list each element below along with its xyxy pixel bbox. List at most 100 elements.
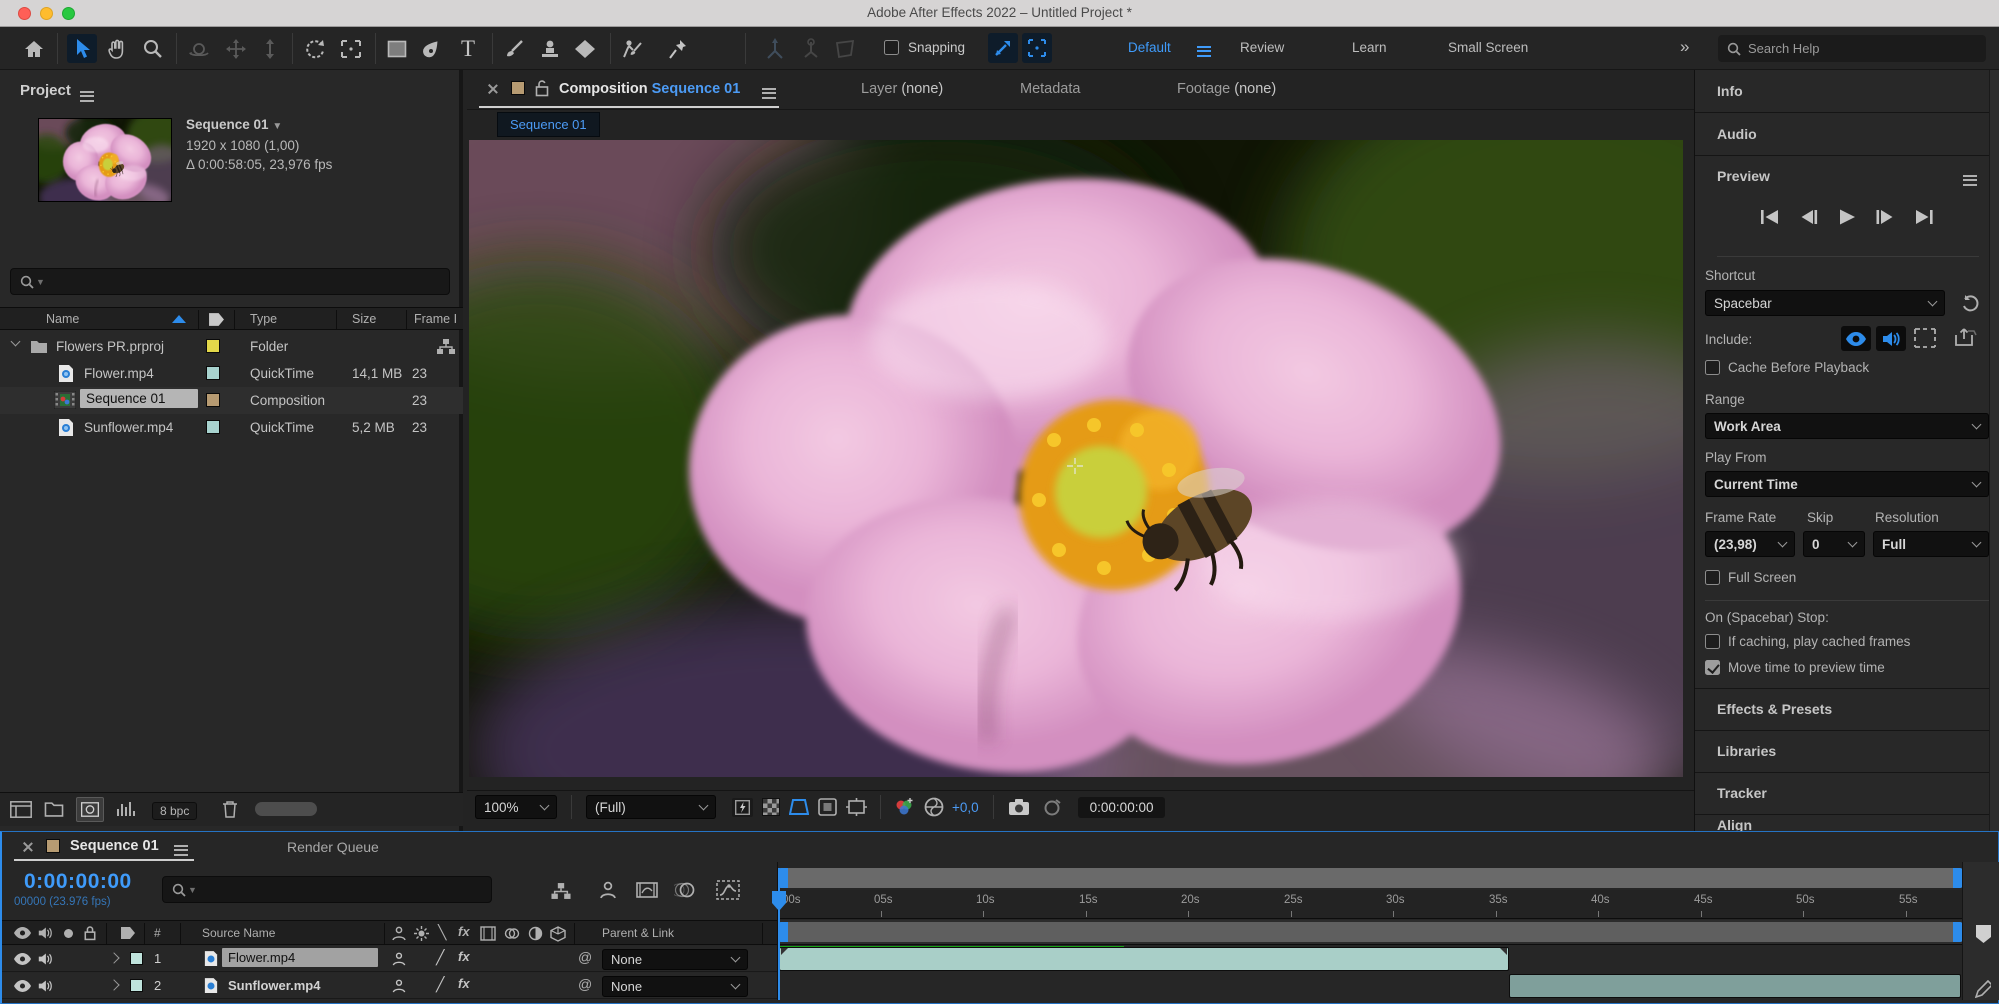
tab-footage[interactable]: Footage (none) xyxy=(1177,81,1276,97)
frame-blending-icon[interactable] xyxy=(636,880,658,900)
layer-name[interactable]: Sunflower.mp4 xyxy=(228,978,320,993)
solo-column-icon[interactable] xyxy=(64,929,73,938)
search-help-box[interactable]: Search Help xyxy=(1718,35,1986,62)
layer-label-chip[interactable] xyxy=(130,952,143,965)
resolution-dropdown[interactable]: (Full) xyxy=(586,795,716,819)
full-screen-checkbox[interactable] xyxy=(1705,570,1720,585)
panel-effects-presets[interactable]: Effects & Presets xyxy=(1695,689,1999,731)
project-search-input[interactable]: ▼ xyxy=(10,268,450,295)
work-area-bar[interactable] xyxy=(778,922,1963,942)
preview-menu-icon[interactable] xyxy=(1963,172,1977,188)
interpret-footage-icon[interactable] xyxy=(10,801,32,818)
dolly-camera-icon[interactable] xyxy=(255,34,285,63)
comp-marker-icon[interactable] xyxy=(1975,924,1992,944)
column-frame[interactable]: Frame I xyxy=(414,312,457,326)
move-time-option[interactable]: Move time to preview time xyxy=(1705,660,1885,675)
range-dropdown[interactable]: Work Area xyxy=(1705,413,1989,439)
project-bit-depth[interactable]: 8 bpc xyxy=(152,802,197,820)
workspace-default[interactable]: Default xyxy=(1128,40,1171,55)
eye-icon[interactable] xyxy=(14,927,31,939)
lock-icon[interactable] xyxy=(535,79,549,97)
current-timecode[interactable]: 0:00:00:00 xyxy=(24,870,132,894)
rotobrush-tool-icon[interactable] xyxy=(617,34,647,63)
time-navigator[interactable] xyxy=(778,868,1963,888)
clip-flower[interactable] xyxy=(779,947,1509,971)
tab-metadata[interactable]: Metadata xyxy=(1020,81,1080,97)
share-icon[interactable] xyxy=(1955,327,1977,347)
snapshot-camera-icon[interactable] xyxy=(1008,798,1030,816)
project-horizontal-scrollbar[interactable] xyxy=(255,802,317,816)
preview-title[interactable]: Preview xyxy=(1717,168,1770,184)
twirl-closed-icon[interactable] xyxy=(108,979,119,990)
trash-icon[interactable] xyxy=(222,800,238,819)
guides-icon[interactable] xyxy=(818,798,837,816)
mask-visibility-icon[interactable] xyxy=(789,798,809,816)
workspace-overflow-button[interactable]: » xyxy=(1680,37,1689,57)
hand-tool-icon[interactable] xyxy=(102,34,132,63)
selection-tool-icon[interactable] xyxy=(67,34,97,63)
exposure-value[interactable]: +0,0 xyxy=(952,800,979,815)
item-name[interactable]: Flowers PR.prproj xyxy=(56,339,164,354)
skip-dropdown[interactable]: 0 xyxy=(1803,531,1865,557)
roi-icon[interactable] xyxy=(336,34,366,63)
label-column-icon[interactable] xyxy=(208,311,225,328)
column-type[interactable]: Type xyxy=(250,312,277,326)
first-frame-icon[interactable] xyxy=(1759,208,1781,226)
column-size[interactable]: Size xyxy=(352,312,376,326)
previous-frame-icon[interactable] xyxy=(1798,208,1820,226)
exposure-icon[interactable] xyxy=(924,797,944,817)
parent-dropdown[interactable]: None xyxy=(602,949,748,970)
fx-switch-icon[interactable]: fx xyxy=(458,924,470,939)
transfer-switch-icon[interactable] xyxy=(504,926,520,941)
timeline-search-input[interactable]: ▼ xyxy=(162,876,492,903)
label-chip-teal[interactable] xyxy=(206,366,220,380)
sidebar-scrollbar[interactable] xyxy=(1989,70,1999,831)
collapse-switch-icon[interactable] xyxy=(414,926,429,941)
eye-icon[interactable] xyxy=(14,980,31,992)
play-cached-frames-checkbox[interactable] xyxy=(1705,634,1720,649)
layer-row-2[interactable]: 2 Sunflower.mp4 ╱ fx @ None xyxy=(2,973,777,999)
tab-layer[interactable]: Layer (none) xyxy=(861,81,943,97)
panel-align[interactable]: Align xyxy=(1695,815,1999,831)
workspace-review[interactable]: Review xyxy=(1240,40,1284,55)
play-icon[interactable] xyxy=(1837,208,1857,226)
pickwhip-icon[interactable]: @ xyxy=(578,976,592,992)
source-name-column[interactable]: Source Name xyxy=(202,926,275,940)
frame-rate-dropdown[interactable]: (23,98) xyxy=(1705,531,1795,557)
project-row-folder[interactable]: Flowers PR.prproj Folder xyxy=(0,333,463,360)
adjustment-switch-icon[interactable] xyxy=(528,926,543,941)
audio-column-icon[interactable] xyxy=(38,926,53,940)
mini-flowchart-icon[interactable] xyxy=(550,882,572,900)
twirl-open-icon[interactable] xyxy=(11,337,21,347)
stamp-tool-icon[interactable] xyxy=(535,34,565,63)
workspace-menu-icon[interactable] xyxy=(1197,43,1211,59)
zoom-tool-icon[interactable] xyxy=(138,34,168,63)
label-column-icon[interactable] xyxy=(120,925,136,941)
type-tool-icon[interactable]: T xyxy=(453,34,483,63)
render-order-icon[interactable] xyxy=(1975,980,1991,998)
rectangle-tool-icon[interactable] xyxy=(382,34,412,63)
workspace-small-screen[interactable]: Small Screen xyxy=(1448,40,1528,55)
quality-toggle-icon[interactable]: ╱ xyxy=(436,949,444,966)
play-from-dropdown[interactable]: Current Time xyxy=(1705,471,1989,497)
time-ruler[interactable]: 00s 05s 10s 15s 20s 25s 30s 35s 40s 45s … xyxy=(778,890,1963,919)
home-icon[interactable] xyxy=(19,34,49,63)
project-panel-menu-icon[interactable] xyxy=(80,88,94,104)
shy-toggle-icon[interactable] xyxy=(392,952,406,967)
label-chip-tan[interactable] xyxy=(206,393,220,407)
reset-icon[interactable] xyxy=(1961,294,1980,313)
play-cached-frames-option[interactable]: If caching, play cached frames xyxy=(1705,634,1910,649)
new-composition-icon[interactable] xyxy=(76,797,104,822)
column-name[interactable]: Name xyxy=(46,312,79,326)
project-row-sunflower[interactable]: Sunflower.mp4 QuickTime 5,2 MB 23 xyxy=(0,414,463,441)
label-chip-yellow[interactable] xyxy=(206,339,220,353)
project-row-sequence[interactable]: Sequence 01 Composition 23 xyxy=(0,387,463,414)
motion-blur-switch-icon[interactable] xyxy=(480,926,496,941)
resolution-preview-dropdown[interactable]: Full xyxy=(1873,531,1989,557)
viewer-subtab-sequence[interactable]: Sequence 01 xyxy=(497,112,600,137)
speaker-icon[interactable] xyxy=(38,952,53,966)
shy-toggle-icon[interactable] xyxy=(392,979,406,994)
composition-canvas[interactable] xyxy=(469,140,1683,777)
last-frame-icon[interactable] xyxy=(1913,208,1935,226)
playhead-handle[interactable] xyxy=(771,890,787,912)
